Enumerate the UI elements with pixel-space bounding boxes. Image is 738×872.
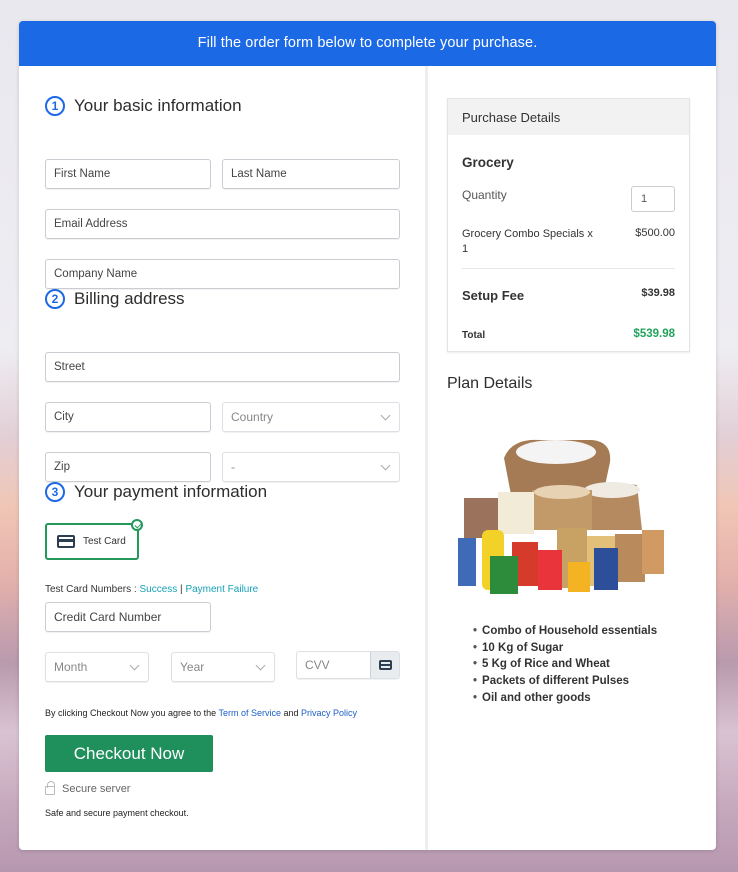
year-select-value: Year — [180, 660, 205, 674]
terms-text: By clicking Checkout Now you agree to th… — [45, 708, 357, 718]
company-input[interactable]: Company Name — [45, 259, 400, 289]
step-2-icon: 2 — [45, 289, 65, 309]
quantity-input[interactable]: 1 — [631, 186, 675, 212]
section-basic-info: 1 Your basic information — [45, 96, 242, 116]
section-billing: 2 Billing address — [45, 289, 185, 309]
setup-fee-price: $39.98 — [641, 287, 675, 299]
section-title: Your payment information — [74, 482, 268, 501]
plan-feature-item: Oil and other goods — [473, 690, 657, 707]
cvv-placeholder: CVV — [305, 658, 330, 672]
secure-server: Secure server — [45, 781, 131, 795]
plan-feature-item: Packets of different Pulses — [473, 673, 657, 690]
section-title: Billing address — [74, 289, 185, 308]
country-select-value: Country — [231, 410, 274, 424]
terms-of-service-link[interactable]: Term of Service — [218, 708, 281, 718]
city-input[interactable]: City — [45, 402, 211, 432]
setup-fee-label: Setup Fee — [462, 288, 525, 303]
payment-failure-link[interactable]: Payment Failure — [185, 584, 258, 595]
total-label: Total — [462, 330, 486, 341]
divider — [462, 268, 675, 269]
line-item-name: Grocery Combo Specials x 1 — [462, 228, 593, 255]
grocery-products-image — [458, 439, 664, 594]
cvv-input[interactable]: CVV — [296, 651, 400, 679]
credit-card-icon — [378, 660, 392, 670]
check-circle-icon — [131, 519, 143, 531]
credit-card-icon — [57, 535, 75, 548]
test-card-option[interactable]: Test Card — [45, 519, 143, 560]
month-select[interactable]: Month — [45, 652, 149, 682]
secure-server-label: Secure server — [62, 783, 131, 795]
country-select[interactable]: Country — [222, 402, 400, 432]
section-title: Your basic information — [74, 96, 242, 115]
state-select-value: - — [231, 460, 235, 474]
success-link[interactable]: Success — [139, 584, 177, 595]
checkout-now-button[interactable]: Checkout Now — [45, 735, 213, 772]
line-item-price: $500.00 — [635, 227, 675, 239]
chevron-down-icon — [255, 660, 266, 671]
banner: Fill the order form below to complete yo… — [19, 21, 716, 66]
plan-features-list: Combo of Household essentials 10 Kg of S… — [473, 623, 657, 707]
section-payment: 3 Your payment information — [45, 482, 267, 502]
test-numbers-label: Test Card Numbers : — [45, 584, 140, 595]
safe-checkout-text: Safe and secure payment checkout. — [45, 808, 189, 818]
step-1-icon: 1 — [45, 96, 65, 116]
first-name-input[interactable]: First Name — [45, 159, 211, 189]
plan-feature-item: 10 Kg of Sugar — [473, 640, 657, 657]
chevron-down-icon — [380, 460, 391, 471]
chevron-down-icon — [380, 410, 391, 421]
year-select[interactable]: Year — [171, 652, 275, 682]
purchase-details-header: Purchase Details — [448, 99, 689, 135]
test-card-label: Test Card — [83, 536, 126, 547]
purchase-details-panel: Purchase Details Grocery Quantity 1 Groc… — [447, 98, 690, 352]
test-card-numbers: Test Card Numbers : Success | Payment Fa… — [45, 584, 258, 595]
month-select-value: Month — [54, 660, 88, 674]
step-3-icon: 3 — [45, 482, 65, 502]
card-number-input[interactable]: Credit Card Number — [45, 602, 211, 632]
quantity-label: Quantity — [462, 188, 507, 202]
lock-icon — [45, 781, 55, 795]
total-price: $539.98 — [633, 328, 675, 340]
plan-details-title: Plan Details — [447, 375, 533, 392]
last-name-input[interactable]: Last Name — [222, 159, 400, 189]
privacy-policy-link[interactable]: Privacy Policy — [301, 708, 357, 718]
terms-and: and — [280, 708, 301, 718]
zip-input[interactable]: Zip — [45, 452, 211, 482]
email-input[interactable]: Email Address — [45, 209, 400, 239]
state-select[interactable]: - — [222, 452, 400, 482]
chevron-down-icon — [129, 660, 140, 671]
plan-feature-item: Combo of Household essentials — [473, 623, 657, 640]
summary-column: Purchase Details Grocery Quantity 1 Groc… — [428, 66, 716, 850]
form-column: 1 Your basic information First Name Last… — [19, 66, 425, 850]
product-name: Grocery — [462, 155, 514, 170]
terms-prefix: By clicking Checkout Now you agree to th… — [45, 708, 219, 718]
plan-feature-item: 5 Kg of Rice and Wheat — [473, 656, 657, 673]
street-input[interactable]: Street — [45, 352, 400, 382]
order-form-card: Fill the order form below to complete yo… — [19, 21, 716, 850]
cvv-help-button[interactable] — [370, 652, 399, 678]
